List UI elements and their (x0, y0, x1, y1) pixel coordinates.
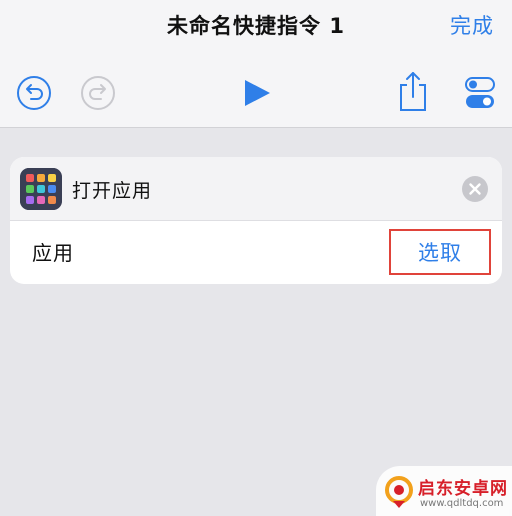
undo-icon[interactable] (16, 75, 52, 111)
top-bar: 未命名快捷指令 1 完成 (0, 0, 512, 128)
watermark-title: 启东安卓网 (418, 479, 508, 499)
app-grid-icon (20, 168, 62, 210)
watermark-logo-icon (385, 476, 413, 508)
watermark: 启东安卓网 www.qdltdq.com (376, 466, 512, 516)
choose-app-button[interactable]: 选取 (389, 229, 491, 275)
action-title: 打开应用 (72, 180, 153, 202)
watermark-url: www.qdltdq.com (420, 498, 504, 509)
redo-icon[interactable] (80, 75, 116, 111)
play-icon[interactable] (242, 78, 272, 108)
action-card-header: 打开应用 (10, 157, 502, 221)
page-title: 未命名快捷指令 1 (167, 14, 345, 38)
done-button[interactable]: 完成 (450, 10, 494, 40)
app-parameter-label: 应用 (32, 241, 74, 265)
share-icon[interactable] (397, 70, 429, 112)
open-app-action-card: 打开应用 应用 选取 (10, 157, 502, 284)
toggle-settings-icon[interactable] (464, 76, 496, 110)
close-icon[interactable] (462, 176, 488, 202)
